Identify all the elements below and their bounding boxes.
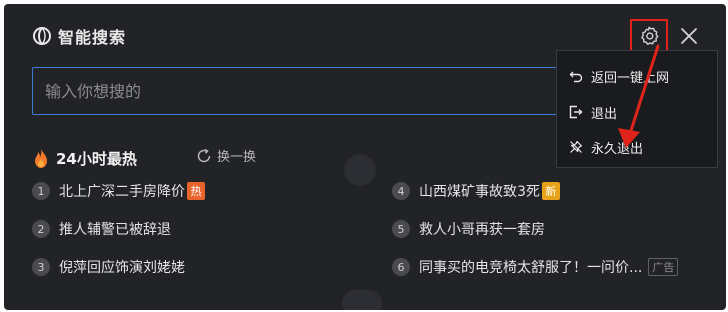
ad-tag: 广告 — [648, 258, 679, 276]
hot-list-header: 24小时最热 — [32, 144, 137, 172]
rank-badge: 3 — [32, 258, 50, 276]
menu-item-exit[interactable]: 退出 — [569, 101, 617, 123]
rank-badge: 4 — [392, 182, 410, 200]
search-logo-icon — [33, 27, 51, 45]
search-box[interactable] — [32, 67, 568, 115]
background-image — [342, 290, 382, 310]
rank-badge: 1 — [32, 182, 50, 200]
hot-list-title: 24小时最热 — [56, 149, 137, 168]
settings-button[interactable] — [630, 19, 668, 53]
hot-item[interactable]: 3 倪萍回应饰演刘姥姥 — [32, 255, 185, 279]
refresh-button[interactable]: 换一换 — [196, 146, 256, 165]
hot-item[interactable]: 5 救人小哥再获一套房 — [392, 217, 545, 241]
return-icon — [569, 71, 583, 83]
menu-item-label: 永久退出 — [591, 141, 644, 157]
background-avatar — [344, 154, 376, 186]
menu-item-label: 返回一键上网 — [591, 70, 670, 86]
hot-badge: 热 — [187, 182, 205, 200]
close-button[interactable] — [676, 22, 702, 50]
hot-item[interactable]: 4 山西煤矿事故致3死 新 — [392, 179, 560, 203]
ad-item-text: 同事买的电竞椅太舒服了！一问价... — [419, 260, 643, 276]
flame-icon — [35, 148, 47, 168]
rank-badge: 2 — [32, 220, 50, 238]
refresh-label: 换一换 — [217, 150, 257, 165]
close-icon — [681, 28, 697, 44]
hot-item-text: 倪萍回应饰演刘姥姥 — [59, 260, 185, 276]
panel-title: 智能搜索 — [58, 28, 127, 47]
menu-item-permanent-exit[interactable]: 永久退出 — [569, 136, 643, 158]
smart-search-panel: 智能搜索 24小时最热 换一换 1 北上广深二手房降价 热 2 — [4, 4, 726, 310]
panel-header: 智能搜索 — [32, 22, 126, 50]
rank-badge: 5 — [392, 220, 410, 238]
menu-item-label: 退出 — [591, 106, 618, 122]
ad-item[interactable]: 6 同事买的电竞椅太舒服了！一问价... 广告 — [392, 255, 679, 279]
settings-menu: 返回一键上网 退出 永久退出 — [556, 50, 718, 168]
pin-off-icon — [570, 140, 583, 153]
refresh-icon — [197, 148, 211, 162]
menu-item-return[interactable]: 返回一键上网 — [569, 65, 669, 87]
hot-item-text: 救人小哥再获一套房 — [419, 222, 545, 238]
gear-icon — [641, 26, 659, 46]
hot-item[interactable]: 2 推人辅警已被辞退 — [32, 217, 171, 241]
exit-icon — [569, 105, 583, 119]
hot-item-text: 山西煤矿事故致3死 — [419, 184, 540, 200]
hot-item-text: 北上广深二手房降价 — [59, 184, 185, 200]
hot-item[interactable]: 1 北上广深二手房降价 热 — [32, 179, 205, 203]
new-badge: 新 — [541, 182, 560, 200]
rank-badge: 6 — [392, 258, 410, 276]
hot-item-text: 推人辅警已被辞退 — [59, 222, 171, 238]
search-input[interactable] — [33, 68, 567, 114]
